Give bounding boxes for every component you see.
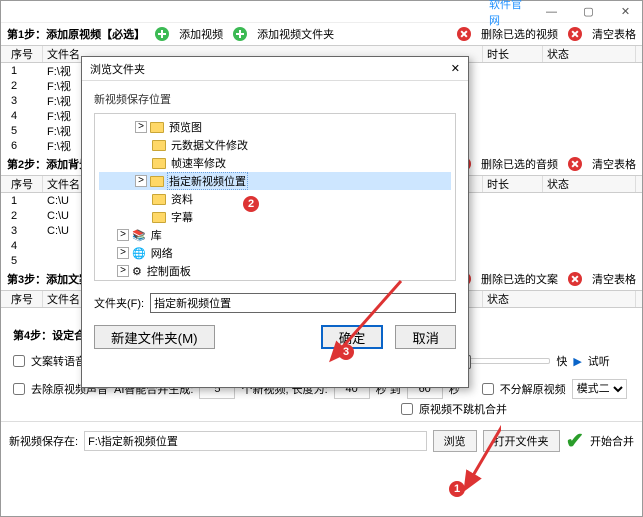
- clear-icon: [568, 27, 582, 41]
- tree-node[interactable]: > 指定新视频位置: [99, 172, 451, 190]
- folder-icon: [152, 212, 166, 223]
- lib-icon: 📚: [132, 229, 146, 242]
- net-icon: 🌐: [132, 247, 146, 260]
- dialog-subtitle: 新视频保存位置: [94, 91, 456, 107]
- tree-label: 库: [149, 227, 164, 243]
- annotation-1: 1: [449, 481, 465, 497]
- remove-orig-audio-checkbox[interactable]: [13, 383, 25, 395]
- check-icon: ✔: [566, 428, 584, 454]
- brand-link[interactable]: 软件官网: [489, 0, 523, 28]
- window-close[interactable]: ✕: [617, 5, 634, 18]
- col-idx: 序号: [7, 46, 43, 62]
- expand-icon[interactable]: >: [117, 229, 129, 241]
- dialog-title: 浏览文件夹: [90, 61, 145, 77]
- step1-label: 第1步：添加原视频【必选】: [7, 26, 145, 42]
- dialog-titlebar: 浏览文件夹 ✕: [82, 57, 468, 81]
- try-listen[interactable]: 试听: [588, 353, 610, 369]
- save-path-label: 新视频保存在:: [9, 433, 78, 449]
- col-du: 时长: [483, 46, 543, 62]
- annotation-3: 3: [338, 344, 354, 360]
- clear-icon: [568, 157, 582, 171]
- tree-node[interactable]: 元数据文件修改: [99, 136, 451, 154]
- step1-row: 第1步：添加原视频【必选】 添加视频 添加视频文件夹 删除已选的视频 清空表格: [1, 23, 642, 45]
- tree-label: 帧速率修改: [169, 155, 228, 171]
- tree-label: 指定新视频位置: [167, 172, 248, 190]
- tree-node[interactable]: >📚库: [99, 226, 451, 244]
- window-min[interactable]: —: [543, 6, 560, 18]
- start-button[interactable]: 开始合并: [590, 433, 634, 449]
- step2-label: 第2步：添加背景: [7, 156, 90, 172]
- path-label: 文件夹(F):: [94, 295, 144, 311]
- tts-checkbox[interactable]: [13, 355, 25, 367]
- folder-icon: [152, 194, 166, 205]
- tree-node[interactable]: > 预览图: [99, 118, 451, 136]
- window-max[interactable]: ▢: [580, 5, 597, 18]
- step3-label: 第3步：添加文案: [7, 271, 90, 287]
- ctrl-icon: ⚙: [132, 265, 142, 278]
- nosplit-label: 不分解原视频: [500, 381, 566, 397]
- expand-icon[interactable]: >: [135, 121, 147, 133]
- dialog-close-button[interactable]: ✕: [451, 62, 460, 75]
- tree-node[interactable]: 字幕: [99, 208, 451, 226]
- delete-selected-button[interactable]: 删除已选的视频: [481, 26, 558, 42]
- clear-icon: [568, 272, 582, 286]
- mode-select[interactable]: 模式二: [572, 379, 627, 399]
- tree-label: 预览图: [167, 119, 204, 135]
- tree-label: 资料: [169, 191, 195, 207]
- tree-label: 元数据文件修改: [169, 137, 250, 153]
- folder-icon: [150, 122, 164, 133]
- tree-node[interactable]: 资料: [99, 190, 451, 208]
- add-folder-button[interactable]: 添加视频文件夹: [257, 26, 334, 42]
- folder-icon: [152, 140, 166, 151]
- clear-table-button[interactable]: 清空表格: [592, 26, 636, 42]
- expand-icon[interactable]: >: [117, 247, 129, 259]
- expand-icon[interactable]: >: [135, 175, 147, 187]
- clear-table2-button[interactable]: 清空表格: [592, 156, 636, 172]
- new-folder-button[interactable]: 新建文件夹(M): [94, 325, 215, 349]
- add-icon: [155, 27, 169, 41]
- window-titlebar: 软件官网 — ▢ ✕: [1, 1, 642, 23]
- add-folder-icon: [233, 27, 247, 41]
- speed-max: 快: [556, 353, 567, 369]
- folder-icon: [152, 158, 166, 169]
- expand-icon[interactable]: >: [117, 265, 129, 277]
- tree-label: 字幕: [169, 209, 195, 225]
- add-video-button[interactable]: 添加视频: [179, 26, 223, 42]
- tree-label: 网络: [149, 245, 175, 261]
- delete-audio-button[interactable]: 删除已选的音频: [481, 156, 558, 172]
- tree-label: 控制面板: [145, 263, 193, 279]
- clear-table3-button[interactable]: 清空表格: [592, 271, 636, 287]
- col-st: 状态: [543, 46, 636, 62]
- folder-icon: [150, 176, 164, 187]
- tree-node[interactable]: 帧速率修改: [99, 154, 451, 172]
- annotation-2: 2: [243, 196, 259, 212]
- delete-icon: [457, 27, 471, 41]
